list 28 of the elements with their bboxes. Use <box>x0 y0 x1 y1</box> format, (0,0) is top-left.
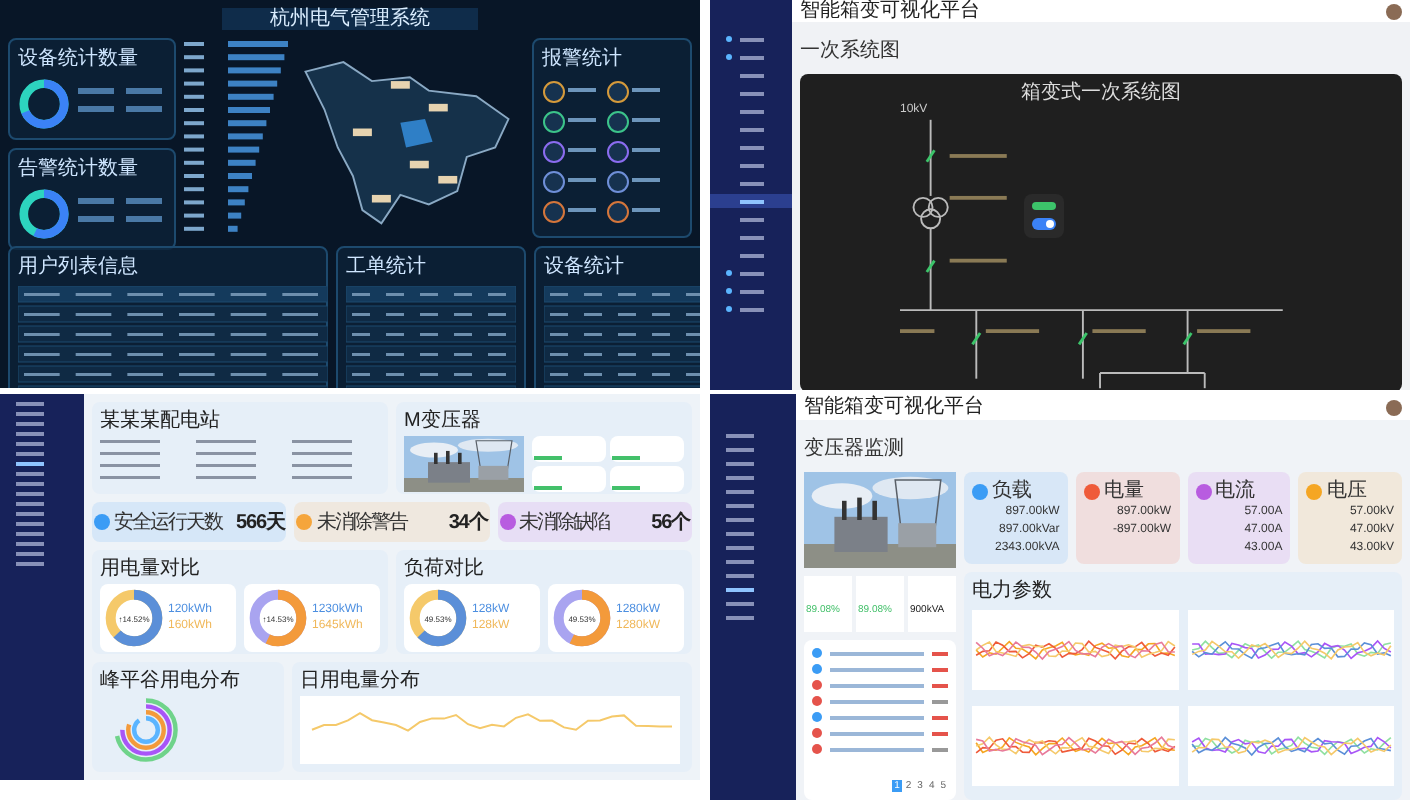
card-title: 峰平谷用电分布 <box>100 670 242 692</box>
metric-label: 电压 <box>1326 480 1367 502</box>
metric-label: 负载 <box>992 480 1032 502</box>
station-name: 某某某配电站 <box>100 410 222 432</box>
metric-label: 电流 <box>1215 480 1255 502</box>
app-title: 智能箱变可视化平台 <box>804 396 984 418</box>
stat-label: 未消除警告 <box>316 511 407 533</box>
card-title: 负荷对比 <box>404 558 486 580</box>
panel-title: 设备统计数量 <box>18 48 140 70</box>
panel-title: 工单统计 <box>346 256 428 278</box>
card-title: 日用电量分布 <box>300 670 422 692</box>
card-title: 用电量对比 <box>100 558 202 580</box>
transformer-name: M变压器 <box>404 410 483 432</box>
stat-value: 56个 <box>651 511 690 533</box>
metric-label: 电量 <box>1103 480 1144 502</box>
page-title: 一次系统图 <box>800 40 900 62</box>
panel-title: 报警统计 <box>542 48 624 70</box>
stat-value: 34个 <box>448 511 488 533</box>
stat-label: 未消除缺陷 <box>519 511 610 533</box>
stat-value: 566天 <box>236 511 285 533</box>
panel-title: 告警统计数量 <box>18 158 140 180</box>
stat-label: 安全运行天数 <box>114 511 222 533</box>
diagram-title: 箱变式一次系统图 <box>1021 82 1181 104</box>
panel-title: 用户列表信息 <box>18 256 140 278</box>
panel-title: 电力参数 <box>972 580 1054 602</box>
dashboard-title: 杭州电气管理系统 <box>222 8 478 30</box>
panel-title: 设备统计 <box>544 256 626 278</box>
page-title: 变压器监测 <box>804 438 904 460</box>
